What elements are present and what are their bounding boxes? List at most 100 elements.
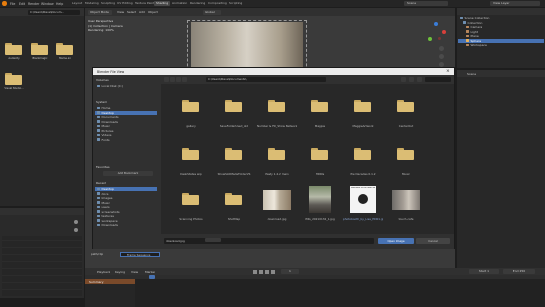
back-icon[interactable] bbox=[164, 77, 169, 82]
tab-shading[interactable]: Shading bbox=[154, 1, 171, 6]
recent-downloads[interactable]: Downloads bbox=[97, 223, 118, 227]
system-documents[interactable]: Documents bbox=[97, 115, 119, 119]
recent-screenshots[interactable]: screenshots bbox=[97, 210, 120, 214]
outliner-item-collection[interactable]: Collection bbox=[463, 21, 482, 25]
tab-modeling[interactable]: Modeling bbox=[83, 1, 101, 6]
timeline-menu-view[interactable]: View bbox=[131, 270, 138, 274]
menu-help[interactable]: Help bbox=[56, 2, 63, 6]
menu-file[interactable]: File bbox=[10, 2, 15, 6]
grid-folder-pie-decades[interactable]: Pie Decades 0.1.2 bbox=[343, 148, 383, 180]
grid-folder-savefolderused[interactable]: SaveFolderUsed_old bbox=[214, 100, 254, 132]
pan-icon[interactable] bbox=[439, 54, 444, 59]
recent-header[interactable]: Recent bbox=[96, 181, 106, 185]
timeline-menu-keying[interactable]: Keying bbox=[115, 270, 125, 274]
grid-folder-showslot[interactable]: ShowSlotMadeFolderVS bbox=[214, 148, 254, 180]
axis-x-icon[interactable] bbox=[442, 30, 446, 34]
sort-icon[interactable] bbox=[409, 77, 414, 82]
open-image-button[interactable]: Open Image bbox=[378, 238, 414, 244]
grid-folder-scanning-photos[interactable]: Scanning Photos bbox=[171, 193, 211, 225]
grid-folder-music[interactable]: Music bbox=[386, 148, 426, 180]
menu-render[interactable]: Render bbox=[28, 2, 39, 6]
scene-selector[interactable]: Scene bbox=[404, 1, 448, 6]
recent-docs[interactable]: docs bbox=[97, 192, 108, 196]
zoom-icon[interactable] bbox=[439, 46, 444, 51]
grid-image-photobooth[interactable]: Welcome to the dark side photobooth_by_L… bbox=[343, 186, 383, 226]
tab-uv-editing[interactable]: UV Editing bbox=[115, 1, 135, 6]
axis-neg-icon[interactable] bbox=[438, 37, 441, 40]
system-downloads[interactable]: Downloads bbox=[97, 120, 118, 124]
forward-icon[interactable] bbox=[170, 77, 175, 82]
tab-compositing[interactable]: Compositing bbox=[206, 1, 229, 6]
grid-image-img-2021[interactable]: IMG_20210132_1.jpg bbox=[300, 186, 340, 226]
close-icon[interactable]: × bbox=[446, 69, 450, 74]
outliner-item-light[interactable]: Light bbox=[466, 30, 478, 34]
refresh-icon[interactable] bbox=[182, 77, 187, 82]
parent-folder-icon[interactable] bbox=[176, 77, 181, 82]
sidebar-collapse-icon[interactable] bbox=[205, 238, 221, 242]
end-frame-field[interactable]: End 250 bbox=[503, 269, 535, 274]
grid-folder-centerout[interactable]: CenterOut bbox=[386, 100, 426, 132]
timeline-menu-marker[interactable]: Marker bbox=[145, 270, 155, 274]
outliner-item-plane[interactable]: Plane bbox=[466, 34, 479, 38]
filename-field[interactable]: download.jpg bbox=[164, 238, 374, 244]
grid-folder-gallery[interactable]: gallery bbox=[171, 100, 211, 132]
left-folder-mame[interactable]: Mame.ini bbox=[56, 43, 74, 65]
search-field[interactable] bbox=[425, 76, 451, 83]
play-reverse-icon[interactable] bbox=[259, 269, 263, 274]
blender-logo-icon[interactable] bbox=[2, 1, 7, 6]
viewport-menu-add[interactable]: Add bbox=[139, 10, 145, 14]
outliner-item-sphere[interactable]: Sphere bbox=[458, 38, 544, 43]
jump-end-icon[interactable] bbox=[271, 269, 275, 274]
frame-sequence-label[interactable]: Frame Sequence bbox=[120, 252, 160, 257]
recent-images[interactable]: Images bbox=[97, 196, 112, 200]
recent-users[interactable]: users bbox=[97, 205, 110, 209]
timeline-menu-playback[interactable]: Playback bbox=[97, 270, 110, 274]
filter-icon[interactable] bbox=[417, 77, 422, 82]
navigation-gizmo[interactable] bbox=[425, 22, 447, 44]
jump-start-icon[interactable] bbox=[253, 269, 257, 274]
add-bookmark-button[interactable]: Add Bookmark bbox=[103, 171, 153, 176]
system-home[interactable]: Home bbox=[97, 106, 110, 110]
summary-row[interactable]: Summary bbox=[85, 279, 135, 284]
system-desktop[interactable]: Desktop bbox=[95, 110, 157, 115]
grid-image-download[interactable]: download.jpg bbox=[257, 190, 297, 226]
volumes-header[interactable]: Volumes bbox=[96, 78, 109, 82]
recent-workspace[interactable]: workspace bbox=[97, 219, 118, 223]
left-folder-blackmagic[interactable]: Blackmagic bbox=[31, 43, 49, 65]
directory-path-field[interactable]: C:\Users\Steve\Documents\ bbox=[206, 76, 326, 83]
outliner-item-workspace[interactable]: Workspace bbox=[466, 43, 487, 47]
tab-texture-paint[interactable]: Texture Paint bbox=[133, 1, 156, 6]
grid-folder-number-fill[interactable]: Number & Fill_Show Network bbox=[257, 100, 297, 132]
view-tool-circle-2[interactable] bbox=[74, 228, 78, 232]
viewport-menu-select[interactable]: Select bbox=[127, 10, 136, 14]
axis-z-icon[interactable] bbox=[434, 22, 438, 26]
display-mode-icon[interactable] bbox=[401, 77, 406, 82]
grid-folder-deskstates[interactable]: DeskStates wip bbox=[171, 148, 211, 180]
system-fonts[interactable]: Fonts bbox=[97, 138, 110, 142]
left-browser-path[interactable]: C:\Users\Steve\Docum... bbox=[28, 9, 80, 15]
viewport-menu-object[interactable]: Object bbox=[148, 10, 158, 14]
favorites-header[interactable]: Favorites bbox=[96, 165, 110, 169]
system-music[interactable]: Music bbox=[97, 124, 110, 128]
grid-folder-maggieartwork[interactable]: MaggieArtwork bbox=[343, 100, 383, 132]
play-icon[interactable] bbox=[265, 269, 269, 274]
outliner-scene-collection[interactable]: Scene Collection bbox=[460, 16, 489, 20]
grid-image-touch-cafe[interactable]: touch-cafe bbox=[386, 190, 426, 226]
system-header[interactable]: System bbox=[96, 100, 107, 104]
tab-rendering[interactable]: Rendering bbox=[188, 1, 207, 6]
keyframe-area[interactable] bbox=[135, 279, 545, 307]
object-mode-selector[interactable]: Object Mode bbox=[88, 9, 112, 15]
current-frame-field[interactable]: 1 bbox=[281, 269, 299, 274]
menu-edit[interactable]: Edit bbox=[19, 2, 25, 6]
view-tool-circle[interactable] bbox=[74, 220, 78, 224]
tab-scripting[interactable]: Scripting bbox=[227, 1, 244, 6]
viewport-menu-view[interactable]: View bbox=[117, 10, 124, 14]
system-pictures[interactable]: Pictures bbox=[97, 129, 113, 133]
view-layer-selector[interactable]: View Layer bbox=[490, 1, 540, 6]
left-folder-visual-studio[interactable]: Visual Studio... bbox=[4, 73, 24, 95]
cancel-button[interactable]: Cancel bbox=[416, 238, 450, 244]
system-videos[interactable]: Videos bbox=[97, 133, 111, 137]
left-folder-audacity[interactable]: Audacity bbox=[5, 43, 23, 65]
outliner-item-camera[interactable]: Camera bbox=[466, 25, 482, 29]
grid-folder-pasty[interactable]: Pasty 1.4.2 main bbox=[257, 148, 297, 180]
